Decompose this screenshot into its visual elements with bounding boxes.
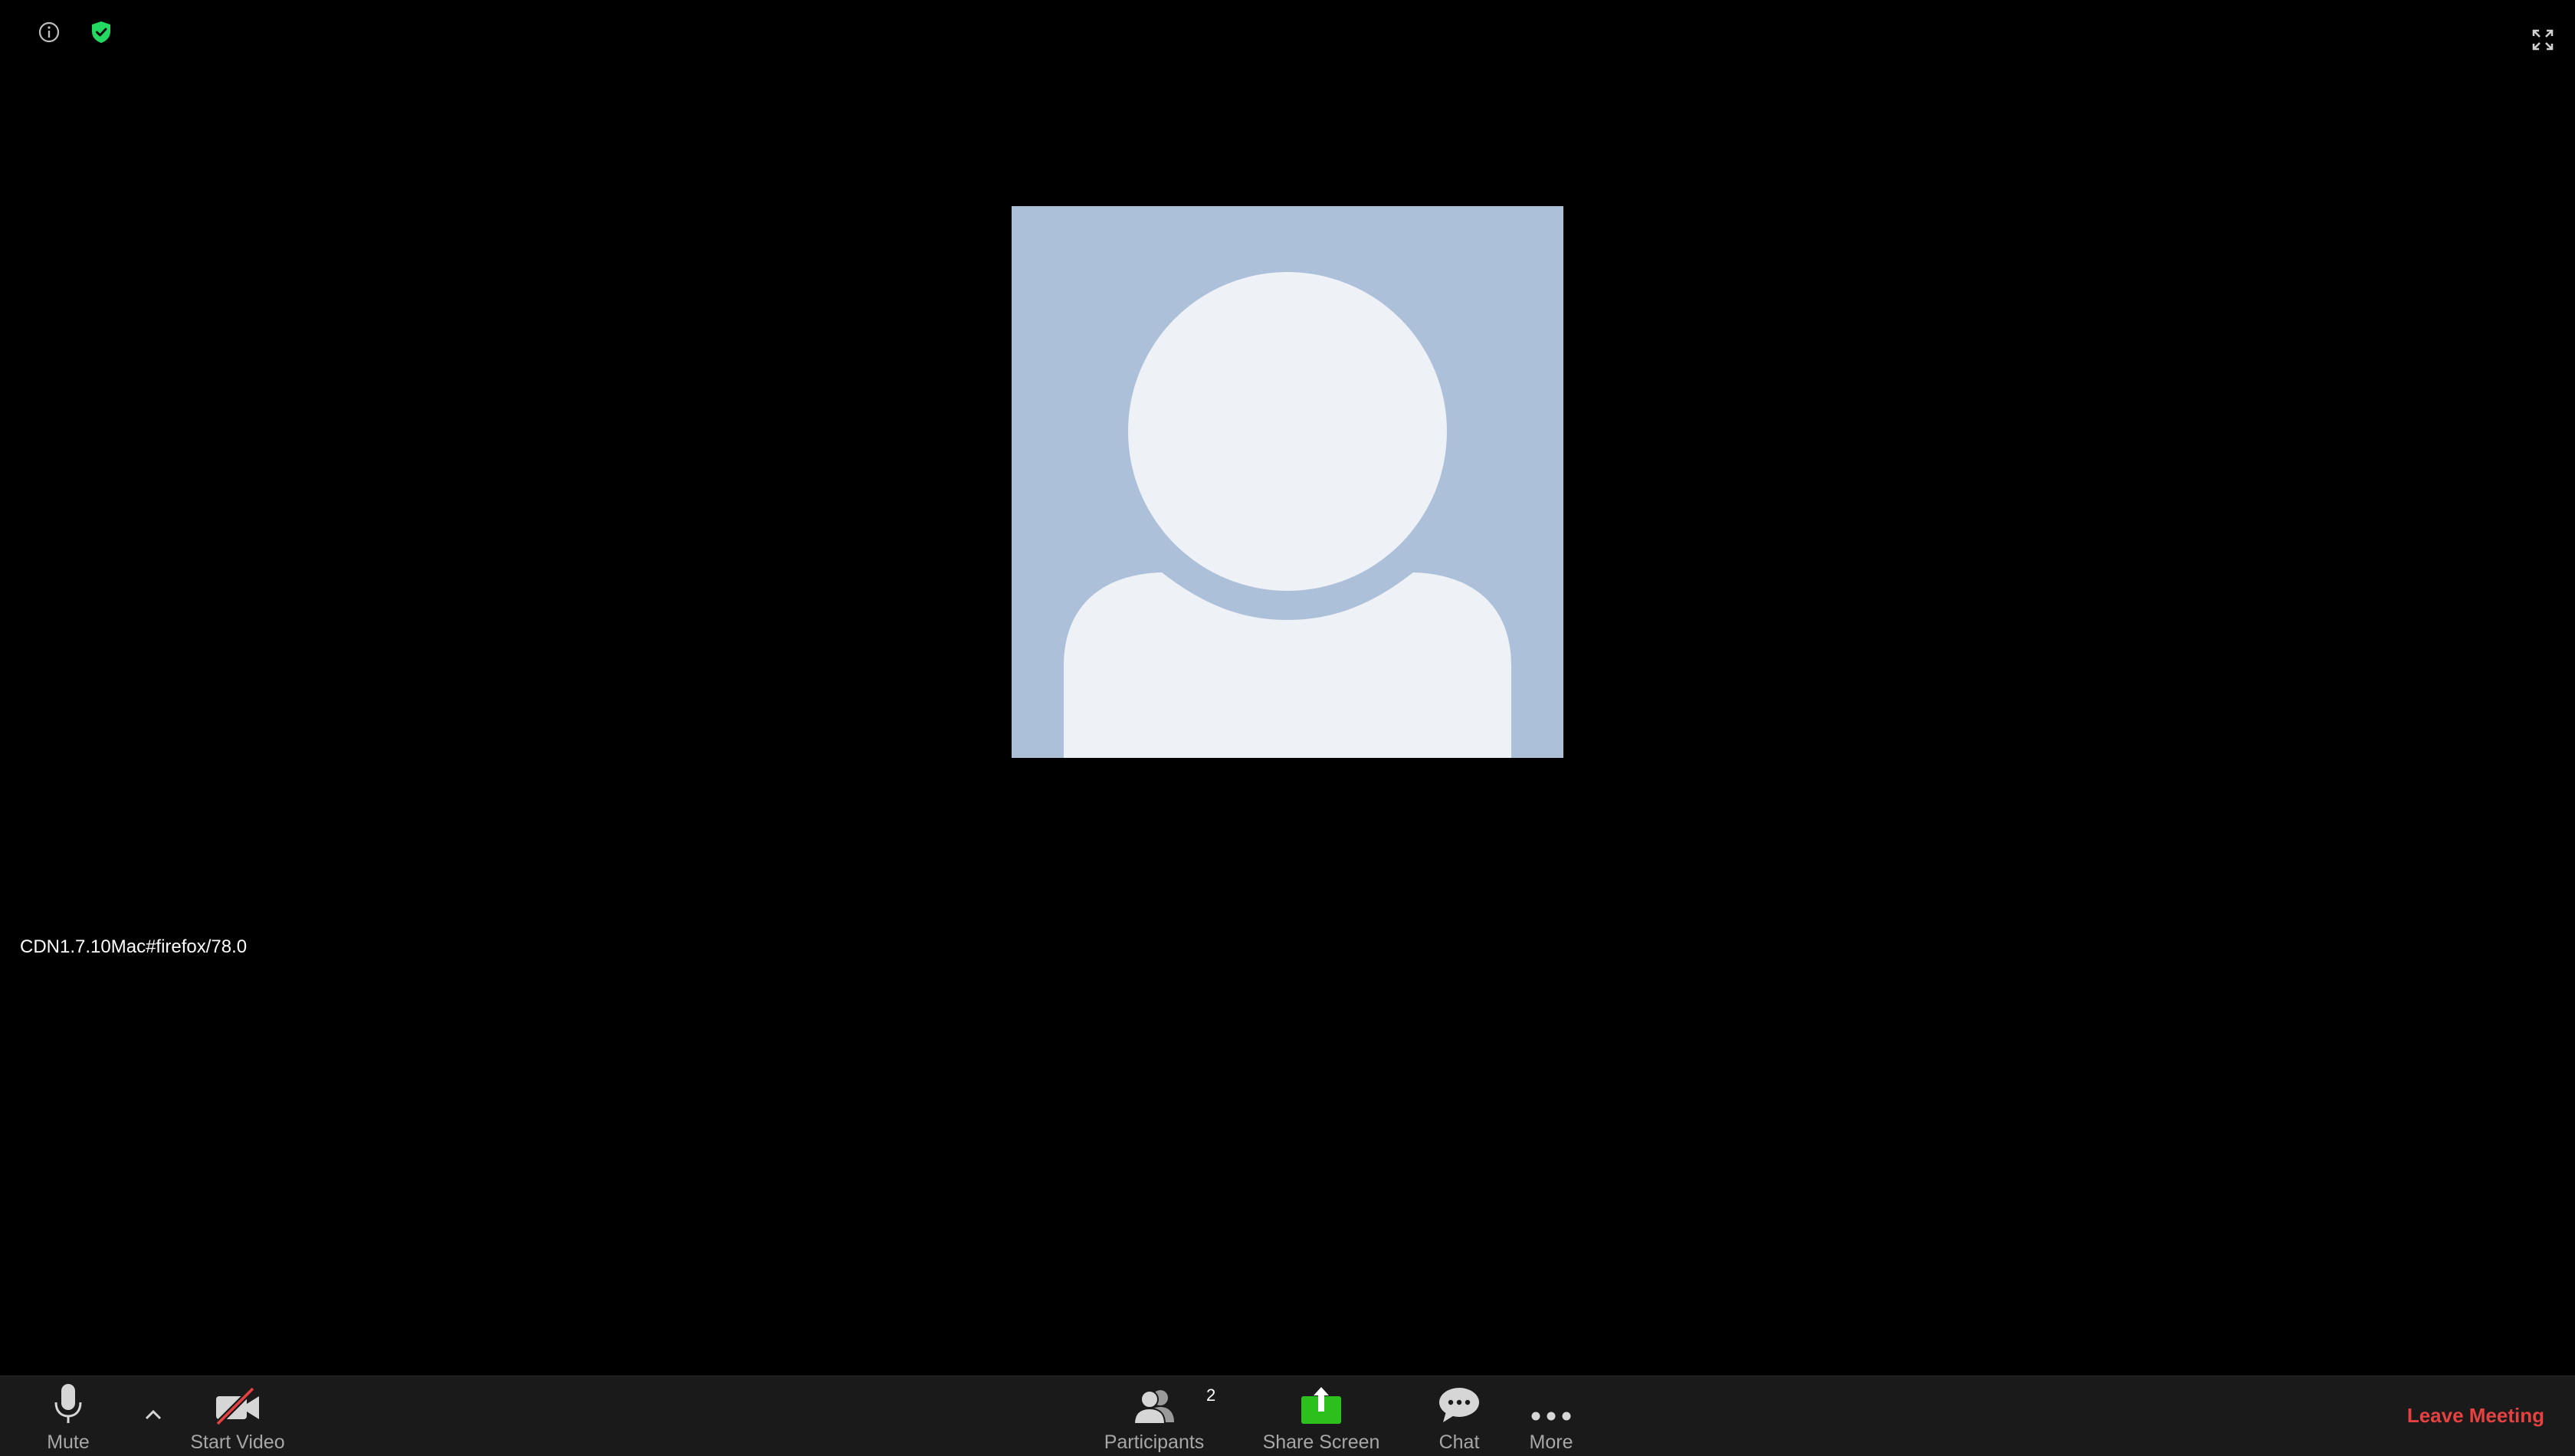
info-icon[interactable]	[35, 18, 63, 46]
top-left-controls	[35, 18, 115, 46]
more-dots-icon	[1529, 1379, 1573, 1425]
participants-icon: 2	[1130, 1379, 1215, 1425]
meeting-toolbar: Mute Start Video 2 Participants Share Sc…	[0, 1376, 2575, 1456]
more-button[interactable]: More	[1522, 1376, 1580, 1456]
mute-button[interactable]: Mute	[38, 1376, 98, 1456]
leave-meeting-button[interactable]: Leave Meeting	[2407, 1404, 2544, 1428]
participants-button[interactable]: 2 Participants	[1096, 1376, 1216, 1456]
chat-bubble-icon	[1437, 1379, 1481, 1425]
share-screen-button[interactable]: Share Screen	[1263, 1376, 1379, 1456]
participant-video-tile	[1012, 206, 1563, 758]
video-off-icon	[213, 1379, 262, 1425]
audio-options-chevron-up-icon[interactable]	[138, 1399, 169, 1430]
share-screen-label: Share Screen	[1262, 1431, 1380, 1453]
client-version-label: CDN1.7.10Mac#firefox/78.0	[20, 936, 248, 957]
start-video-label: Start Video	[190, 1431, 285, 1453]
chat-button[interactable]: Chat	[1432, 1376, 1487, 1456]
start-video-button[interactable]: Start Video	[184, 1376, 291, 1456]
meeting-window: CDN1.7.10Mac#firefox/78.0 Mute Start Vid…	[0, 0, 2575, 1456]
participants-count-badge: 2	[1206, 1385, 1216, 1405]
chat-label: Chat	[1438, 1431, 1480, 1453]
security-shield-icon[interactable]	[87, 18, 115, 46]
participants-label: Participants	[1104, 1431, 1205, 1453]
mute-label: Mute	[47, 1431, 90, 1453]
share-screen-icon	[1300, 1379, 1343, 1425]
microphone-icon	[53, 1379, 84, 1425]
user-avatar-icon	[1012, 206, 1563, 758]
more-label: More	[1529, 1431, 1573, 1453]
fullscreen-icon[interactable]	[2531, 28, 2555, 52]
